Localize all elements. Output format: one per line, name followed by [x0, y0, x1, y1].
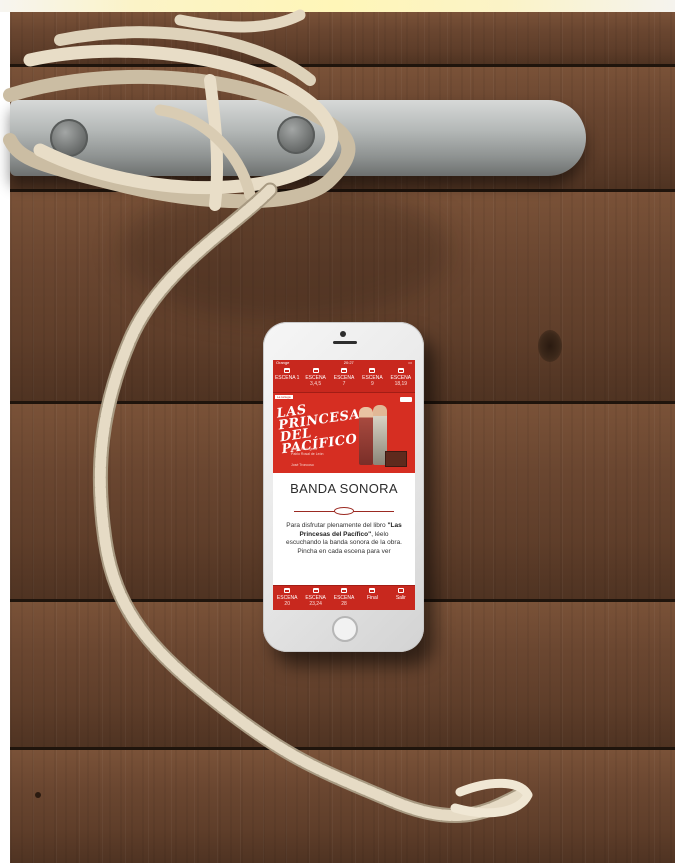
book-cover-banner: La tortuga LAS PRINCESAS DEL PACÍFICO Al… — [273, 393, 415, 473]
author-credits: Alana Rodríguez Pablo Rosal de León — [291, 447, 324, 457]
ornament-divider — [294, 506, 394, 516]
top-tab-bar: ESCENA 1 ESCENA 3,4,5 ESCENA 7 ESCENA 9 — [273, 366, 415, 393]
tab-label: Salir — [395, 595, 406, 601]
folder-icon — [312, 368, 319, 373]
illustrator-credit: José Troncoso — [291, 463, 314, 467]
folder-icon — [369, 588, 376, 593]
exit-icon — [397, 588, 404, 593]
earpiece — [333, 341, 357, 344]
tab-sublabel: 28 — [341, 601, 347, 607]
tab-escena-20[interactable]: ESCENA 20 — [273, 586, 301, 610]
front-camera — [340, 331, 346, 337]
tab-escena-1[interactable]: ESCENA 1 — [273, 366, 301, 392]
tab-sublabel: 9 — [371, 381, 374, 387]
publisher-tag: La tortuga — [275, 395, 293, 399]
folder-icon — [284, 588, 291, 593]
tab-escena-18-19[interactable]: ESCENA 18,19 — [387, 366, 415, 392]
home-button[interactable] — [332, 616, 358, 642]
publisher-logo — [400, 397, 412, 402]
folder-icon — [284, 368, 291, 373]
credit-line: Pablo Rosal de León — [291, 452, 324, 456]
folder-icon — [341, 368, 348, 373]
tab-sublabel: 20 — [284, 601, 290, 607]
cover-figure — [359, 407, 373, 465]
folder-icon — [312, 588, 319, 593]
iphone: Orange 20:27 ▭ ESCENA 1 ESCENA 3,4,5 ESC… — [263, 322, 424, 652]
tab-sublabel: 3,4,5 — [310, 381, 322, 387]
tab-final[interactable]: Final — [358, 586, 386, 610]
tab-salir[interactable]: Salir — [387, 586, 415, 610]
bottom-tab-bar: ESCENA 20 ESCENA 23,24 ESCENA 28 Final S… — [273, 585, 415, 610]
folder-icon — [341, 588, 348, 593]
description-text: Para disfrutar plenamente del libro "Las… — [285, 522, 402, 555]
phone-screen: Orange 20:27 ▭ ESCENA 1 ESCENA 3,4,5 ESC… — [273, 360, 415, 610]
tab-label: Final — [367, 595, 378, 601]
tab-escena-23-24[interactable]: ESCENA 23,24 — [301, 586, 329, 610]
photo-scene: Orange 20:27 ▭ ESCENA 1 ESCENA 3,4,5 ESC… — [0, 0, 675, 863]
tab-escena-7[interactable]: ESCENA 7 — [330, 366, 358, 392]
rope-coil — [174, 9, 306, 33]
tab-sublabel: 18,19 — [394, 381, 408, 387]
tab-sublabel: 7 — [342, 381, 346, 387]
cover-suitcase — [385, 451, 407, 467]
tab-label: ESCENA 1 — [274, 375, 300, 381]
tab-escena-28[interactable]: ESCENA 28 — [330, 586, 358, 610]
tab-escena-3-4-5[interactable]: ESCENA 3,4,5 — [301, 366, 329, 392]
folder-icon — [369, 368, 376, 373]
tab-sublabel: 23,24 — [309, 601, 322, 607]
folder-icon — [397, 368, 404, 373]
page-title: BANDA SONORA — [290, 481, 398, 496]
page-content: BANDA SONORA Para disfrutar plenamente d… — [273, 473, 415, 556]
tab-escena-9[interactable]: ESCENA 9 — [358, 366, 386, 392]
